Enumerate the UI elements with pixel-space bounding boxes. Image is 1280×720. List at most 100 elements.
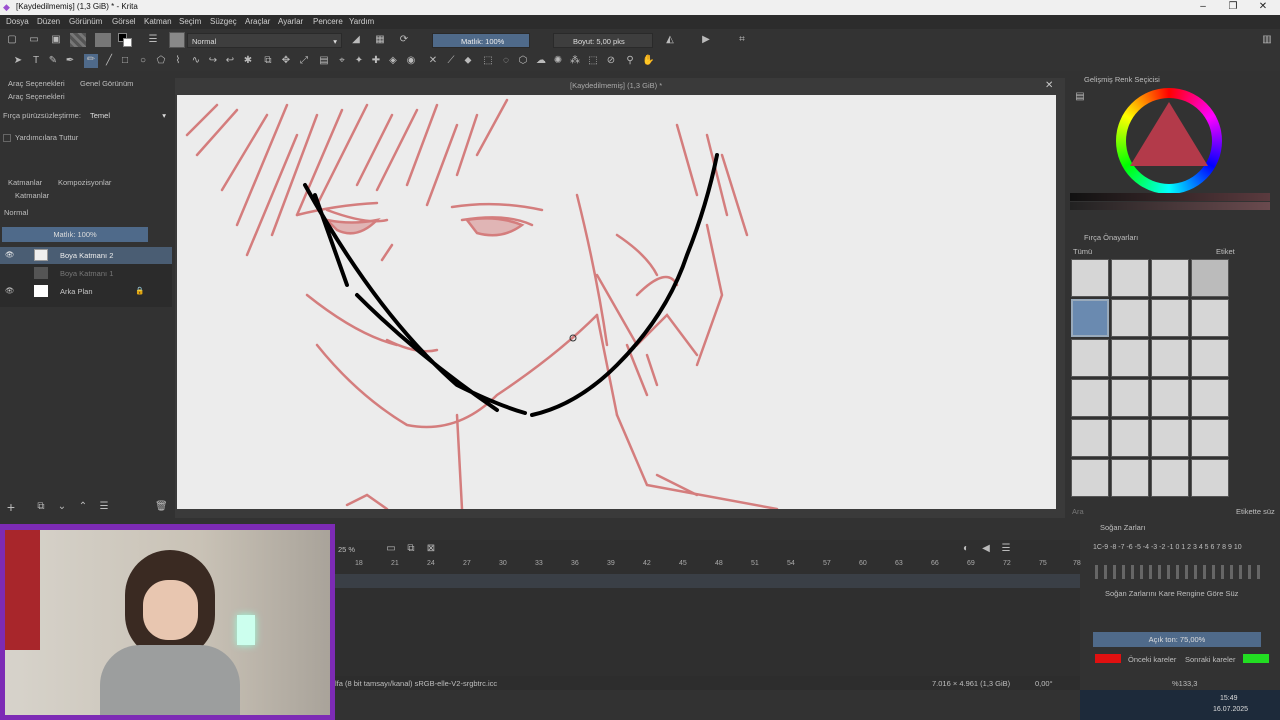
- brush-preset[interactable]: [1191, 259, 1229, 297]
- pattern-swatch[interactable]: [95, 33, 111, 47]
- gradient-tool-icon[interactable]: ▤: [318, 55, 330, 67]
- rotation-label[interactable]: 0,00°: [1035, 679, 1053, 688]
- move-up-icon[interactable]: ⌃: [77, 501, 89, 513]
- onion-filter-checkbox[interactable]: Soğan Zarlarını Kare Rengine Göre Süz: [1105, 589, 1238, 598]
- zoom-level-label[interactable]: %133,3: [1172, 679, 1197, 688]
- pan-tool-icon[interactable]: ✋: [642, 55, 654, 67]
- lock-icon[interactable]: 🔒: [135, 286, 144, 295]
- brush-search-input[interactable]: Ara: [1072, 507, 1084, 516]
- brush-preset[interactable]: [1151, 299, 1189, 337]
- move-down-icon[interactable]: ⌄: [56, 501, 68, 513]
- brush-preset[interactable]: [1111, 259, 1149, 297]
- menu-window[interactable]: Pencere: [313, 17, 343, 26]
- layer-row[interactable]: 👁 Boya Katmanı 2: [0, 247, 172, 264]
- color-settings-icon[interactable]: ▤: [1074, 91, 1086, 103]
- color-picker-icon[interactable]: ⌖: [336, 55, 348, 67]
- rectangle-tool-icon[interactable]: □: [119, 55, 131, 67]
- brush-preset[interactable]: [1191, 459, 1229, 497]
- polygon-select-icon[interactable]: ⬡: [517, 55, 529, 67]
- workspace-icon[interactable]: ▥: [1261, 34, 1273, 46]
- brush-preset[interactable]: [1111, 459, 1149, 497]
- brush-preset[interactable]: [1071, 419, 1109, 457]
- dynamic-brush-icon[interactable]: ↩: [224, 55, 236, 67]
- brush-preset[interactable]: [1111, 379, 1149, 417]
- timeline-icon[interactable]: ▭: [385, 543, 397, 555]
- wrap-around-icon[interactable]: ⌗: [736, 34, 748, 46]
- layer-properties-icon[interactable]: ☰: [98, 501, 110, 513]
- assist-checkbox[interactable]: [3, 134, 11, 142]
- brush-preset[interactable]: [1111, 339, 1149, 377]
- prev-frames-color[interactable]: [1095, 654, 1121, 663]
- menu-tools[interactable]: Araçlar: [245, 17, 270, 26]
- brush-preset[interactable]: [1151, 459, 1189, 497]
- duplicate-layer-icon[interactable]: ⧉: [35, 501, 47, 513]
- move-tool-icon[interactable]: ✥: [280, 55, 292, 67]
- brush-preset[interactable]: [1151, 339, 1189, 377]
- brush-preset[interactable]: [1151, 419, 1189, 457]
- next-frames-color[interactable]: [1243, 654, 1269, 663]
- smart-patch-icon[interactable]: ✚: [370, 55, 382, 67]
- menu-help[interactable]: Yardım: [349, 17, 374, 26]
- magnetic-select-icon[interactable]: ⊘: [605, 55, 617, 67]
- audio-icon[interactable]: ◀: [980, 543, 992, 555]
- menu-layer[interactable]: Katman: [144, 17, 172, 26]
- menu-select[interactable]: Seçim: [179, 17, 201, 26]
- timeline-icon[interactable]: ⧉: [405, 543, 417, 555]
- menu-filter[interactable]: Süzgeç: [210, 17, 237, 26]
- onion-opacity-slider[interactable]: Açık ton: 75,00%: [1093, 632, 1261, 647]
- calligraphy-icon[interactable]: ✒: [64, 55, 76, 67]
- menu-settings[interactable]: Ayarlar: [278, 17, 303, 26]
- bezier-tool-icon[interactable]: ∿: [190, 55, 202, 67]
- tab-compositions[interactable]: Kompozisyonlar: [58, 178, 111, 187]
- reload-icon[interactable]: ⟳: [398, 34, 410, 46]
- enclose-fill-icon[interactable]: ◉: [405, 55, 417, 67]
- ellipse-tool-icon[interactable]: ○: [137, 55, 149, 67]
- reference-tool-icon[interactable]: ⬥: [462, 55, 474, 67]
- size-slider[interactable]: Boyut: 5,00 pks: [553, 33, 653, 48]
- freehand-select-icon[interactable]: ☁: [535, 55, 547, 67]
- minimize-icon[interactable]: –: [1188, 0, 1218, 15]
- brush-preset[interactable]: [1071, 299, 1109, 337]
- color-history-bar[interactable]: [1070, 193, 1270, 201]
- mirror-horizontal-icon[interactable]: ◭: [664, 34, 676, 46]
- brush-preset[interactable]: [1111, 419, 1149, 457]
- colorize-mask-icon[interactable]: ✦: [353, 55, 365, 67]
- brush-preset[interactable]: [1111, 299, 1149, 337]
- crop-tool-icon[interactable]: ⧉: [262, 55, 274, 67]
- measure-tool-icon[interactable]: ⟋: [445, 55, 457, 67]
- brush-preset[interactable]: [1151, 259, 1189, 297]
- brush-filter-select[interactable]: Tümü: [1073, 247, 1092, 256]
- eye-icon[interactable]: 👁: [5, 286, 15, 295]
- multibrush-icon[interactable]: ✱: [242, 55, 254, 67]
- freehand-brush-icon[interactable]: ✏: [84, 54, 98, 68]
- brush-preset[interactable]: [1071, 459, 1109, 497]
- menu-view[interactable]: Görünüm: [69, 17, 102, 26]
- restore-icon[interactable]: ❐: [1218, 0, 1248, 15]
- delete-layer-icon[interactable]: 🗑: [155, 501, 168, 513]
- alpha-lock-icon[interactable]: ▦: [374, 34, 386, 46]
- polygon-tool-icon[interactable]: ⬠: [155, 55, 167, 67]
- color-wheel[interactable]: [1116, 88, 1222, 194]
- tag-filter-checkbox[interactable]: Etikette süz: [1236, 507, 1275, 516]
- drawing-canvas[interactable]: [177, 95, 1056, 509]
- assistant-tool-icon[interactable]: ✕: [427, 55, 439, 67]
- background-color[interactable]: [123, 38, 132, 47]
- tab-overview[interactable]: Genel Görünüm: [80, 79, 133, 88]
- tag-label[interactable]: Etiket: [1216, 247, 1235, 256]
- text-tool-icon[interactable]: T: [30, 55, 42, 67]
- timeline-zoom[interactable]: 25 %: [338, 545, 355, 554]
- tab-layers[interactable]: Katmanlar: [8, 178, 42, 187]
- open-icon[interactable]: ▭: [28, 34, 40, 46]
- ellipse-select-icon[interactable]: ◌: [500, 55, 512, 67]
- opacity-slider[interactable]: Matlık: 100%: [432, 33, 530, 48]
- menu-edit[interactable]: Düzen: [37, 17, 60, 26]
- brush-preset[interactable]: [1151, 379, 1189, 417]
- color-triangle[interactable]: [1130, 102, 1208, 166]
- save-icon[interactable]: ▣: [50, 34, 62, 46]
- eye-icon[interactable]: 👁: [5, 250, 15, 259]
- contiguous-select-icon[interactable]: ✺: [552, 55, 564, 67]
- brush-preset[interactable]: [1191, 419, 1229, 457]
- layer-row[interactable]: Boya Katmanı 1: [0, 265, 172, 282]
- brush-preset[interactable]: [1071, 259, 1109, 297]
- timeline-icon[interactable]: ⊠: [425, 543, 437, 555]
